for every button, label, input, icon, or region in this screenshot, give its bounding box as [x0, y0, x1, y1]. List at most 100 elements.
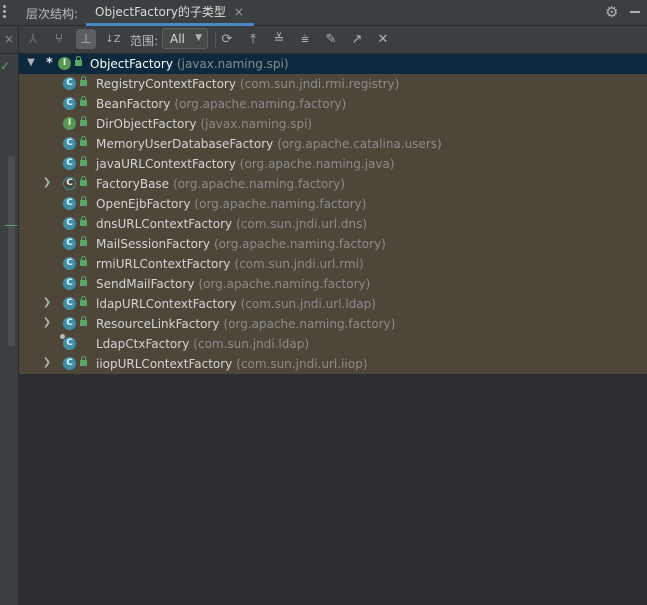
- tree-row[interactable]: C dnsURLContextFactory (com.sun.jndi.url.…: [19, 214, 647, 234]
- scroll-to-top-icon[interactable]: ⤒: [243, 29, 263, 49]
- check-icon: ✓: [0, 59, 11, 73]
- type-hierarchy-icon[interactable]: ⑂: [49, 29, 69, 49]
- subtypes-hierarchy-icon[interactable]: ⊥: [76, 29, 96, 49]
- close-icon[interactable]: ×: [4, 32, 14, 46]
- supertypes-hierarchy-icon[interactable]: ⅄: [23, 29, 43, 49]
- tab-close-icon[interactable]: ×: [234, 5, 244, 19]
- class-icon: C: [63, 137, 76, 150]
- tree-item-label: MailSessionFactory (org.apache.naming.fac…: [96, 237, 386, 251]
- class-icon: C: [63, 157, 76, 170]
- tree-item-label: dnsURLContextFactory (com.sun.jndi.url.dn…: [96, 217, 368, 231]
- lock-icon: [80, 76, 87, 87]
- collapse-all-icon[interactable]: ⩧: [295, 29, 315, 49]
- interface-icon: I: [63, 117, 76, 130]
- class-icon: C: [63, 97, 76, 110]
- lock-icon: [80, 236, 87, 247]
- class-icon: C: [63, 357, 76, 370]
- class-icon: C: [63, 197, 76, 210]
- gutter-marker: [5, 225, 17, 226]
- chevron-right-icon[interactable]: ❯: [42, 317, 52, 328]
- abstract-class-icon: C: [63, 177, 76, 190]
- lock-icon: [80, 116, 87, 127]
- tree-rows: ▼ * I ObjectFactory (javax.naming.spi) C …: [19, 54, 647, 374]
- scope-select[interactable]: All ▼: [162, 28, 208, 49]
- lock-icon: [80, 156, 87, 167]
- lock-icon: [80, 316, 87, 327]
- focus-marker: *: [46, 56, 53, 71]
- tree-item-label: LdapCtxFactory (com.sun.jndi.ldap): [96, 337, 310, 351]
- chevron-right-icon[interactable]: ❯: [42, 357, 52, 368]
- tree-item-label: SendMailFactory (org.apache.naming.factor…: [96, 277, 371, 291]
- lock-icon: [80, 96, 87, 107]
- class-icon: C: [63, 237, 76, 250]
- class-icon: C: [63, 77, 76, 90]
- hierarchy-tree: ▼ * I ObjectFactory (javax.naming.spi) C …: [19, 54, 647, 374]
- tree-item-label: rmiURLContextFactory (com.sun.jndi.url.rm…: [96, 257, 364, 271]
- gear-icon[interactable]: ⚙: [605, 3, 618, 21]
- tree-item-label: iiopURLContextFactory (com.sun.jndi.url.i…: [96, 357, 368, 371]
- scope-label: 范围:: [130, 34, 159, 48]
- hierarchy-label: 层次结构:: [26, 7, 79, 21]
- tree-row[interactable]: C RegistryContextFactory (com.sun.jndi.rm…: [19, 74, 647, 94]
- tree-item-label: ldapURLContextFactory (com.sun.jndi.url.l…: [96, 297, 376, 311]
- class-icon: C: [60, 334, 76, 350]
- tree-item-label: FactoryBase (org.apache.naming.factory): [96, 177, 345, 191]
- tree-row[interactable]: C rmiURLContextFactory (com.sun.jndi.url.…: [19, 254, 647, 274]
- more-options-icon[interactable]: [3, 5, 7, 21]
- class-icon: C: [63, 277, 76, 290]
- minimize-icon[interactable]: [630, 11, 640, 13]
- sort-alphabetically-icon[interactable]: ↓Z: [103, 29, 123, 49]
- tree-row[interactable]: ❯ C iiopURLContextFactory (com.sun.jndi.u…: [19, 354, 647, 374]
- title-bar: 层次结构: ObjectFactory的子类型 × ⚙: [0, 0, 647, 26]
- tree-row[interactable]: C SendMailFactory (org.apache.naming.fact…: [19, 274, 647, 294]
- expand-all-icon[interactable]: ≚: [269, 29, 289, 49]
- tree-item-label: MemoryUserDatabaseFactory (org.apache.cat…: [96, 137, 442, 151]
- tree-row[interactable]: C OpenEjbFactory (org.apache.naming.facto…: [19, 194, 647, 214]
- interface-icon: I: [58, 57, 71, 70]
- gutter-scrollbar[interactable]: [8, 156, 15, 346]
- tree-item-label: DirObjectFactory (javax.naming.spi): [96, 117, 313, 131]
- lock-icon: [80, 216, 87, 227]
- tree-item-label: ResourceLinkFactory (org.apache.naming.fa…: [96, 317, 396, 331]
- tree-row[interactable]: ❯ C FactoryBase (org.apache.naming.factor…: [19, 174, 647, 194]
- class-icon: C: [63, 257, 76, 270]
- tree-row[interactable]: C BeanFactory (org.apache.naming.factory): [19, 94, 647, 114]
- tab-objectfactory-subtypes[interactable]: ObjectFactory的子类型 ×: [86, 0, 254, 26]
- pin-icon[interactable]: ✎: [321, 29, 341, 49]
- toolbar-divider: [215, 31, 216, 47]
- lock-icon: [80, 276, 87, 287]
- lock-icon: [80, 136, 87, 147]
- tree-row[interactable]: C MailSessionFactory (org.apache.naming.f…: [19, 234, 647, 254]
- tree-row[interactable]: C javaURLContextFactory (org.apache.namin…: [19, 154, 647, 174]
- tree-row[interactable]: I DirObjectFactory (javax.naming.spi): [19, 114, 647, 134]
- gutter-divider: [0, 53, 19, 54]
- lock-icon: [80, 296, 87, 307]
- class-icon: C: [63, 317, 76, 330]
- lock-icon: [75, 56, 82, 67]
- tree-row[interactable]: ❯ C ldapURLContextFactory (com.sun.jndi.u…: [19, 294, 647, 314]
- lock-icon: [80, 356, 87, 367]
- lock-icon: [80, 256, 87, 267]
- close-icon[interactable]: ✕: [373, 29, 393, 49]
- refresh-icon[interactable]: ⟳: [217, 29, 237, 49]
- lock-icon: [80, 176, 87, 187]
- hierarchy-toolbar: ⅄ ⑂ ⊥ ↓Z 范围: All ▼ ⟳ ⤒ ≚ ⩧ ✎ ↗ ✕: [19, 26, 647, 54]
- tree-item-label: BeanFactory (org.apache.naming.factory): [96, 97, 347, 111]
- tree-item-label: javaURLContextFactory (org.apache.naming.…: [96, 157, 395, 171]
- tree-row-root[interactable]: ▼ * I ObjectFactory (javax.naming.spi): [19, 54, 647, 74]
- chevron-down-icon: ▼: [195, 33, 202, 43]
- lock-icon: [80, 196, 87, 207]
- tree-row[interactable]: C LdapCtxFactory (com.sun.jndi.ldap): [19, 334, 647, 354]
- tree-item-label: ObjectFactory (javax.naming.spi): [90, 57, 289, 71]
- tree-item-label: RegistryContextFactory (com.sun.jndi.rmi.…: [96, 77, 400, 91]
- class-icon: C: [63, 217, 76, 230]
- open-in-window-icon[interactable]: ↗: [347, 29, 367, 49]
- tree-row[interactable]: C MemoryUserDatabaseFactory (org.apache.c…: [19, 134, 647, 154]
- chevron-right-icon[interactable]: ❯: [42, 177, 52, 188]
- chevron-right-icon[interactable]: ❯: [42, 297, 52, 308]
- chevron-down-icon[interactable]: ▼: [26, 57, 36, 68]
- tab-title: ObjectFactory的子类型: [95, 5, 226, 19]
- class-icon: C: [63, 297, 76, 310]
- tree-item-label: OpenEjbFactory (org.apache.naming.factory…: [96, 197, 367, 211]
- tree-row[interactable]: ❯ C ResourceLinkFactory (org.apache.namin…: [19, 314, 647, 334]
